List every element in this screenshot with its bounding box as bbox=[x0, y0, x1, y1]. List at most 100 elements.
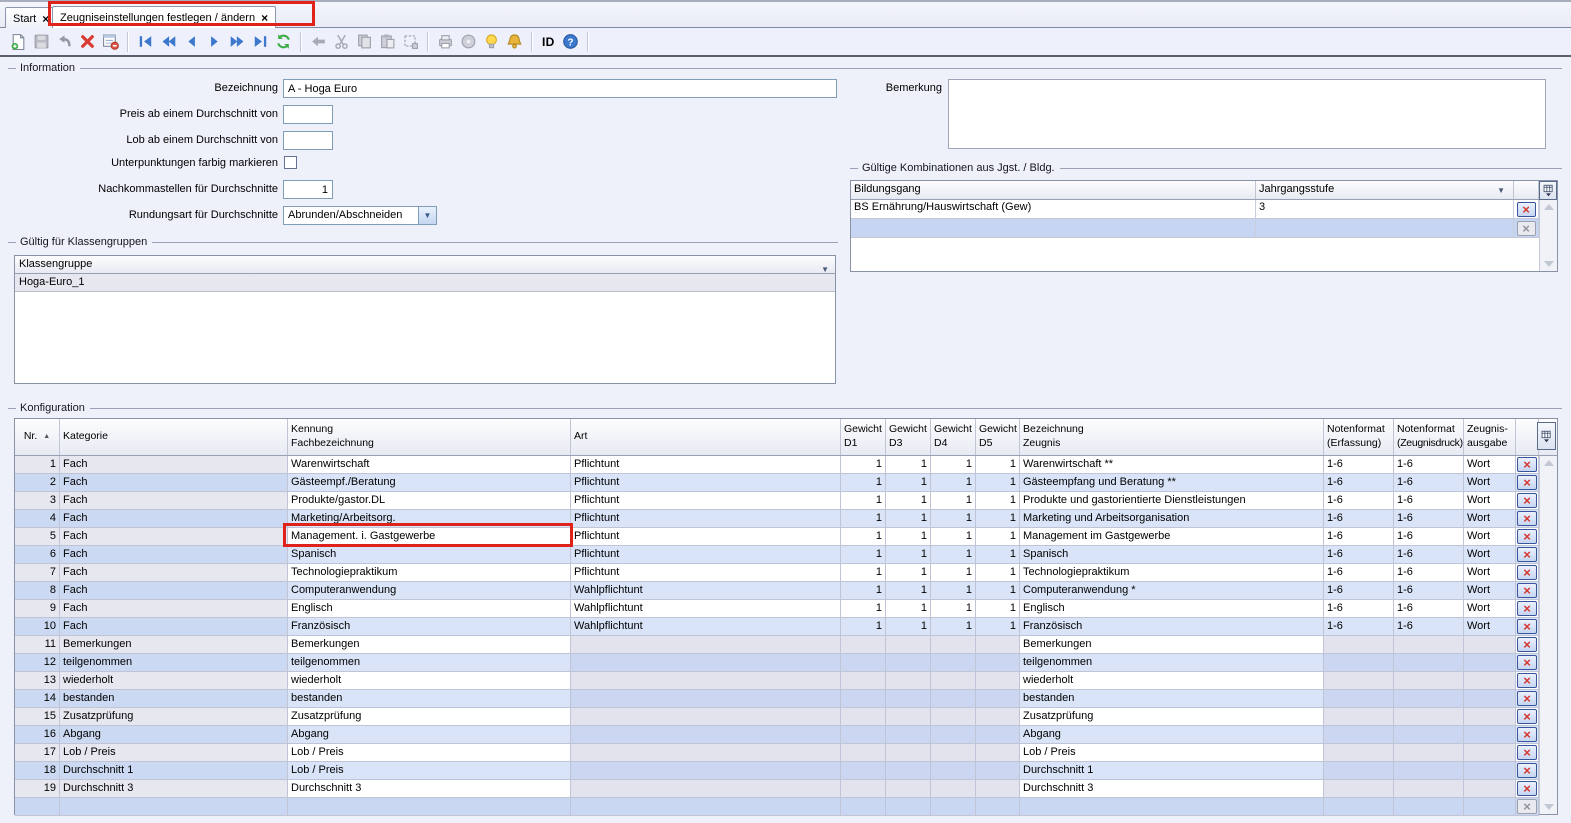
col-header-notenformat-zeugnisdruck[interactable]: Notenformat(Zeugnisdruck) bbox=[1394, 419, 1464, 455]
cell-art[interactable] bbox=[571, 798, 841, 816]
cell-gewicht-d4[interactable]: 1 bbox=[931, 492, 976, 510]
cell-gewicht-d5[interactable]: 1 bbox=[976, 564, 1020, 582]
cell-kennung[interactable]: Französisch bbox=[288, 618, 571, 636]
cell-bezeichnung-zeugnis[interactable]: Management im Gastgewerbe bbox=[1020, 528, 1324, 546]
cell-gewicht-d3[interactable]: 1 bbox=[886, 564, 931, 582]
cell-gewicht-d5[interactable]: 1 bbox=[976, 582, 1020, 600]
cell-bezeichnung-zeugnis[interactable]: Lob / Preis bbox=[1020, 744, 1324, 762]
cell-kennung[interactable]: Computeranwendung bbox=[288, 582, 571, 600]
cell-art[interactable] bbox=[571, 690, 841, 708]
cell-notenformat-zeugnisdruck[interactable]: 1-6 bbox=[1394, 474, 1464, 492]
cell-zeugnisausgabe[interactable]: Wort bbox=[1464, 492, 1516, 510]
cell-bezeichnung-zeugnis[interactable]: Computeranwendung * bbox=[1020, 582, 1324, 600]
cell-art[interactable]: Pflichtunt bbox=[571, 456, 841, 474]
back-button[interactable] bbox=[308, 31, 329, 52]
table-row[interactable]: 9 Fach Englisch Wahlpflichtunt 1 1 1 1 E… bbox=[15, 600, 1539, 618]
cell-art[interactable]: Pflichtunt bbox=[571, 474, 841, 492]
cell-bezeichnung-zeugnis[interactable]: Gästeempfang und Beratung ** bbox=[1020, 474, 1324, 492]
scroll-up-icon[interactable] bbox=[1544, 460, 1554, 466]
cell-art[interactable] bbox=[571, 672, 841, 690]
new-row-placeholder[interactable]: × bbox=[851, 219, 1557, 238]
cell-notenformat-zeugnisdruck[interactable] bbox=[1394, 726, 1464, 744]
cell-zeugnisausgabe[interactable]: Wort bbox=[1464, 582, 1516, 600]
cell-bezeichnung-zeugnis[interactable]: Zusatzprüfung bbox=[1020, 708, 1324, 726]
cell-notenformat-erfassung[interactable] bbox=[1324, 780, 1394, 798]
table-row[interactable]: 13 wiederholt wiederholt wiederholt × bbox=[15, 672, 1539, 690]
cell-gewicht-d5[interactable] bbox=[976, 690, 1020, 708]
cell-kennung[interactable]: Marketing/Arbeitsorg. bbox=[288, 510, 571, 528]
cell-bezeichnung-zeugnis[interactable]: Französisch bbox=[1020, 618, 1324, 636]
cell-gewicht-d3[interactable]: 1 bbox=[886, 492, 931, 510]
cell-gewicht-d1[interactable] bbox=[841, 690, 886, 708]
cell-gewicht-d5[interactable] bbox=[976, 726, 1020, 744]
cell-art[interactable]: Wahlpflichtunt bbox=[571, 582, 841, 600]
cell-notenformat-erfassung[interactable]: 1-6 bbox=[1324, 528, 1394, 546]
cut-button[interactable] bbox=[331, 31, 352, 52]
cell-gewicht-d1[interactable]: 1 bbox=[841, 582, 886, 600]
paste-button[interactable] bbox=[377, 31, 398, 52]
cell-gewicht-d4[interactable]: 1 bbox=[931, 528, 976, 546]
cell-bezeichnung-zeugnis[interactable]: bestanden bbox=[1020, 690, 1324, 708]
cell-notenformat-erfassung[interactable] bbox=[1324, 798, 1394, 816]
delete-row-button[interactable]: × bbox=[1517, 601, 1537, 616]
table-row[interactable]: 14 bestanden bestanden bestanden × bbox=[15, 690, 1539, 708]
tab-start[interactable]: Start × bbox=[5, 7, 57, 29]
column-chooser-button[interactable] bbox=[1537, 422, 1556, 450]
cell-kennung[interactable]: Technologiepraktikum bbox=[288, 564, 571, 582]
cell-bezeichnung-zeugnis[interactable]: Marketing und Arbeitsorganisation bbox=[1020, 510, 1324, 528]
cell-bezeichnung-zeugnis[interactable]: Warenwirtschaft ** bbox=[1020, 456, 1324, 474]
cell-gewicht-d4[interactable] bbox=[931, 672, 976, 690]
cell-gewicht-d5[interactable]: 1 bbox=[976, 474, 1020, 492]
cell-gewicht-d1[interactable]: 1 bbox=[841, 510, 886, 528]
cell-kennung[interactable]: Lob / Preis bbox=[288, 744, 571, 762]
new-row-placeholder[interactable]: × bbox=[15, 798, 1539, 816]
cell-gewicht-d5[interactable] bbox=[976, 708, 1020, 726]
cell-gewicht-d1[interactable]: 1 bbox=[841, 546, 886, 564]
col-header-jahrgangsstufe[interactable]: Jahrgangsstufe ▼ bbox=[1256, 181, 1514, 199]
delete-row-button[interactable]: × bbox=[1517, 673, 1537, 688]
table-row[interactable]: 12 teilgenommen teilgenommen teilgenomme… bbox=[15, 654, 1539, 672]
save-button[interactable] bbox=[31, 31, 52, 52]
cell-zeugnisausgabe[interactable]: Wort bbox=[1464, 456, 1516, 474]
col-header-nr[interactable]: Nr. ▲ bbox=[15, 419, 60, 455]
cell-gewicht-d3[interactable]: 1 bbox=[886, 510, 931, 528]
cell-zeugnisausgabe[interactable] bbox=[1464, 636, 1516, 654]
delete-row-button[interactable]: × bbox=[1517, 763, 1537, 778]
cell-gewicht-d4[interactable]: 1 bbox=[931, 582, 976, 600]
cell-notenformat-erfassung[interactable] bbox=[1324, 690, 1394, 708]
cell-art[interactable] bbox=[571, 780, 841, 798]
cell-bezeichnung-zeugnis[interactable]: wiederholt bbox=[1020, 672, 1324, 690]
cell-bezeichnung-zeugnis[interactable]: Bemerkungen bbox=[1020, 636, 1324, 654]
cell-kennung[interactable]: Management. i. Gastgewerbe bbox=[288, 528, 571, 546]
cell-kennung[interactable]: Lob / Preis bbox=[288, 762, 571, 780]
col-header-zeugnisausgabe[interactable]: Zeugnis-ausgabe bbox=[1464, 419, 1516, 455]
delete-row-button[interactable]: × bbox=[1517, 781, 1537, 796]
delete-row-button[interactable]: × bbox=[1517, 221, 1536, 236]
cell-notenformat-zeugnisdruck[interactable]: 1-6 bbox=[1394, 618, 1464, 636]
cell-gewicht-d3[interactable]: 1 bbox=[886, 474, 931, 492]
bemerkung-textarea[interactable] bbox=[948, 79, 1546, 149]
cell-gewicht-d5[interactable] bbox=[976, 744, 1020, 762]
cell-gewicht-d4[interactable] bbox=[931, 636, 976, 654]
cell-gewicht-d5[interactable] bbox=[976, 762, 1020, 780]
delete-row-button[interactable]: × bbox=[1517, 727, 1537, 742]
table-row[interactable]: 8 Fach Computeranwendung Wahlpflichtunt … bbox=[15, 582, 1539, 600]
cell-gewicht-d4[interactable]: 1 bbox=[931, 546, 976, 564]
cell-gewicht-d3[interactable]: 1 bbox=[886, 618, 931, 636]
cell-art[interactable]: Wahlpflichtunt bbox=[571, 618, 841, 636]
table-row[interactable]: BS Ernährung/Hauswirtschaft (Gew) 3 × bbox=[851, 200, 1557, 219]
cell-kennung[interactable]: Bemerkungen bbox=[288, 636, 571, 654]
cell-kennung[interactable]: teilgenommen bbox=[288, 654, 571, 672]
cell-art[interactable]: Pflichtunt bbox=[571, 510, 841, 528]
nachkommastellen-input[interactable] bbox=[283, 180, 333, 199]
table-row[interactable]: 1 Fach Warenwirtschaft Pflichtunt 1 1 1 … bbox=[15, 456, 1539, 474]
scroll-up-icon[interactable] bbox=[1544, 204, 1554, 210]
cell-kennung[interactable] bbox=[288, 798, 571, 816]
cell-art[interactable] bbox=[571, 636, 841, 654]
nav-next-button[interactable] bbox=[204, 31, 225, 52]
cell-bezeichnung-zeugnis[interactable]: teilgenommen bbox=[1020, 654, 1324, 672]
cell-zeugnisausgabe[interactable] bbox=[1464, 780, 1516, 798]
col-header-bildungsgang[interactable]: Bildungsgang bbox=[851, 181, 1256, 199]
cell-gewicht-d4[interactable]: 1 bbox=[931, 510, 976, 528]
chevron-down-icon[interactable]: ▼ bbox=[418, 207, 436, 224]
